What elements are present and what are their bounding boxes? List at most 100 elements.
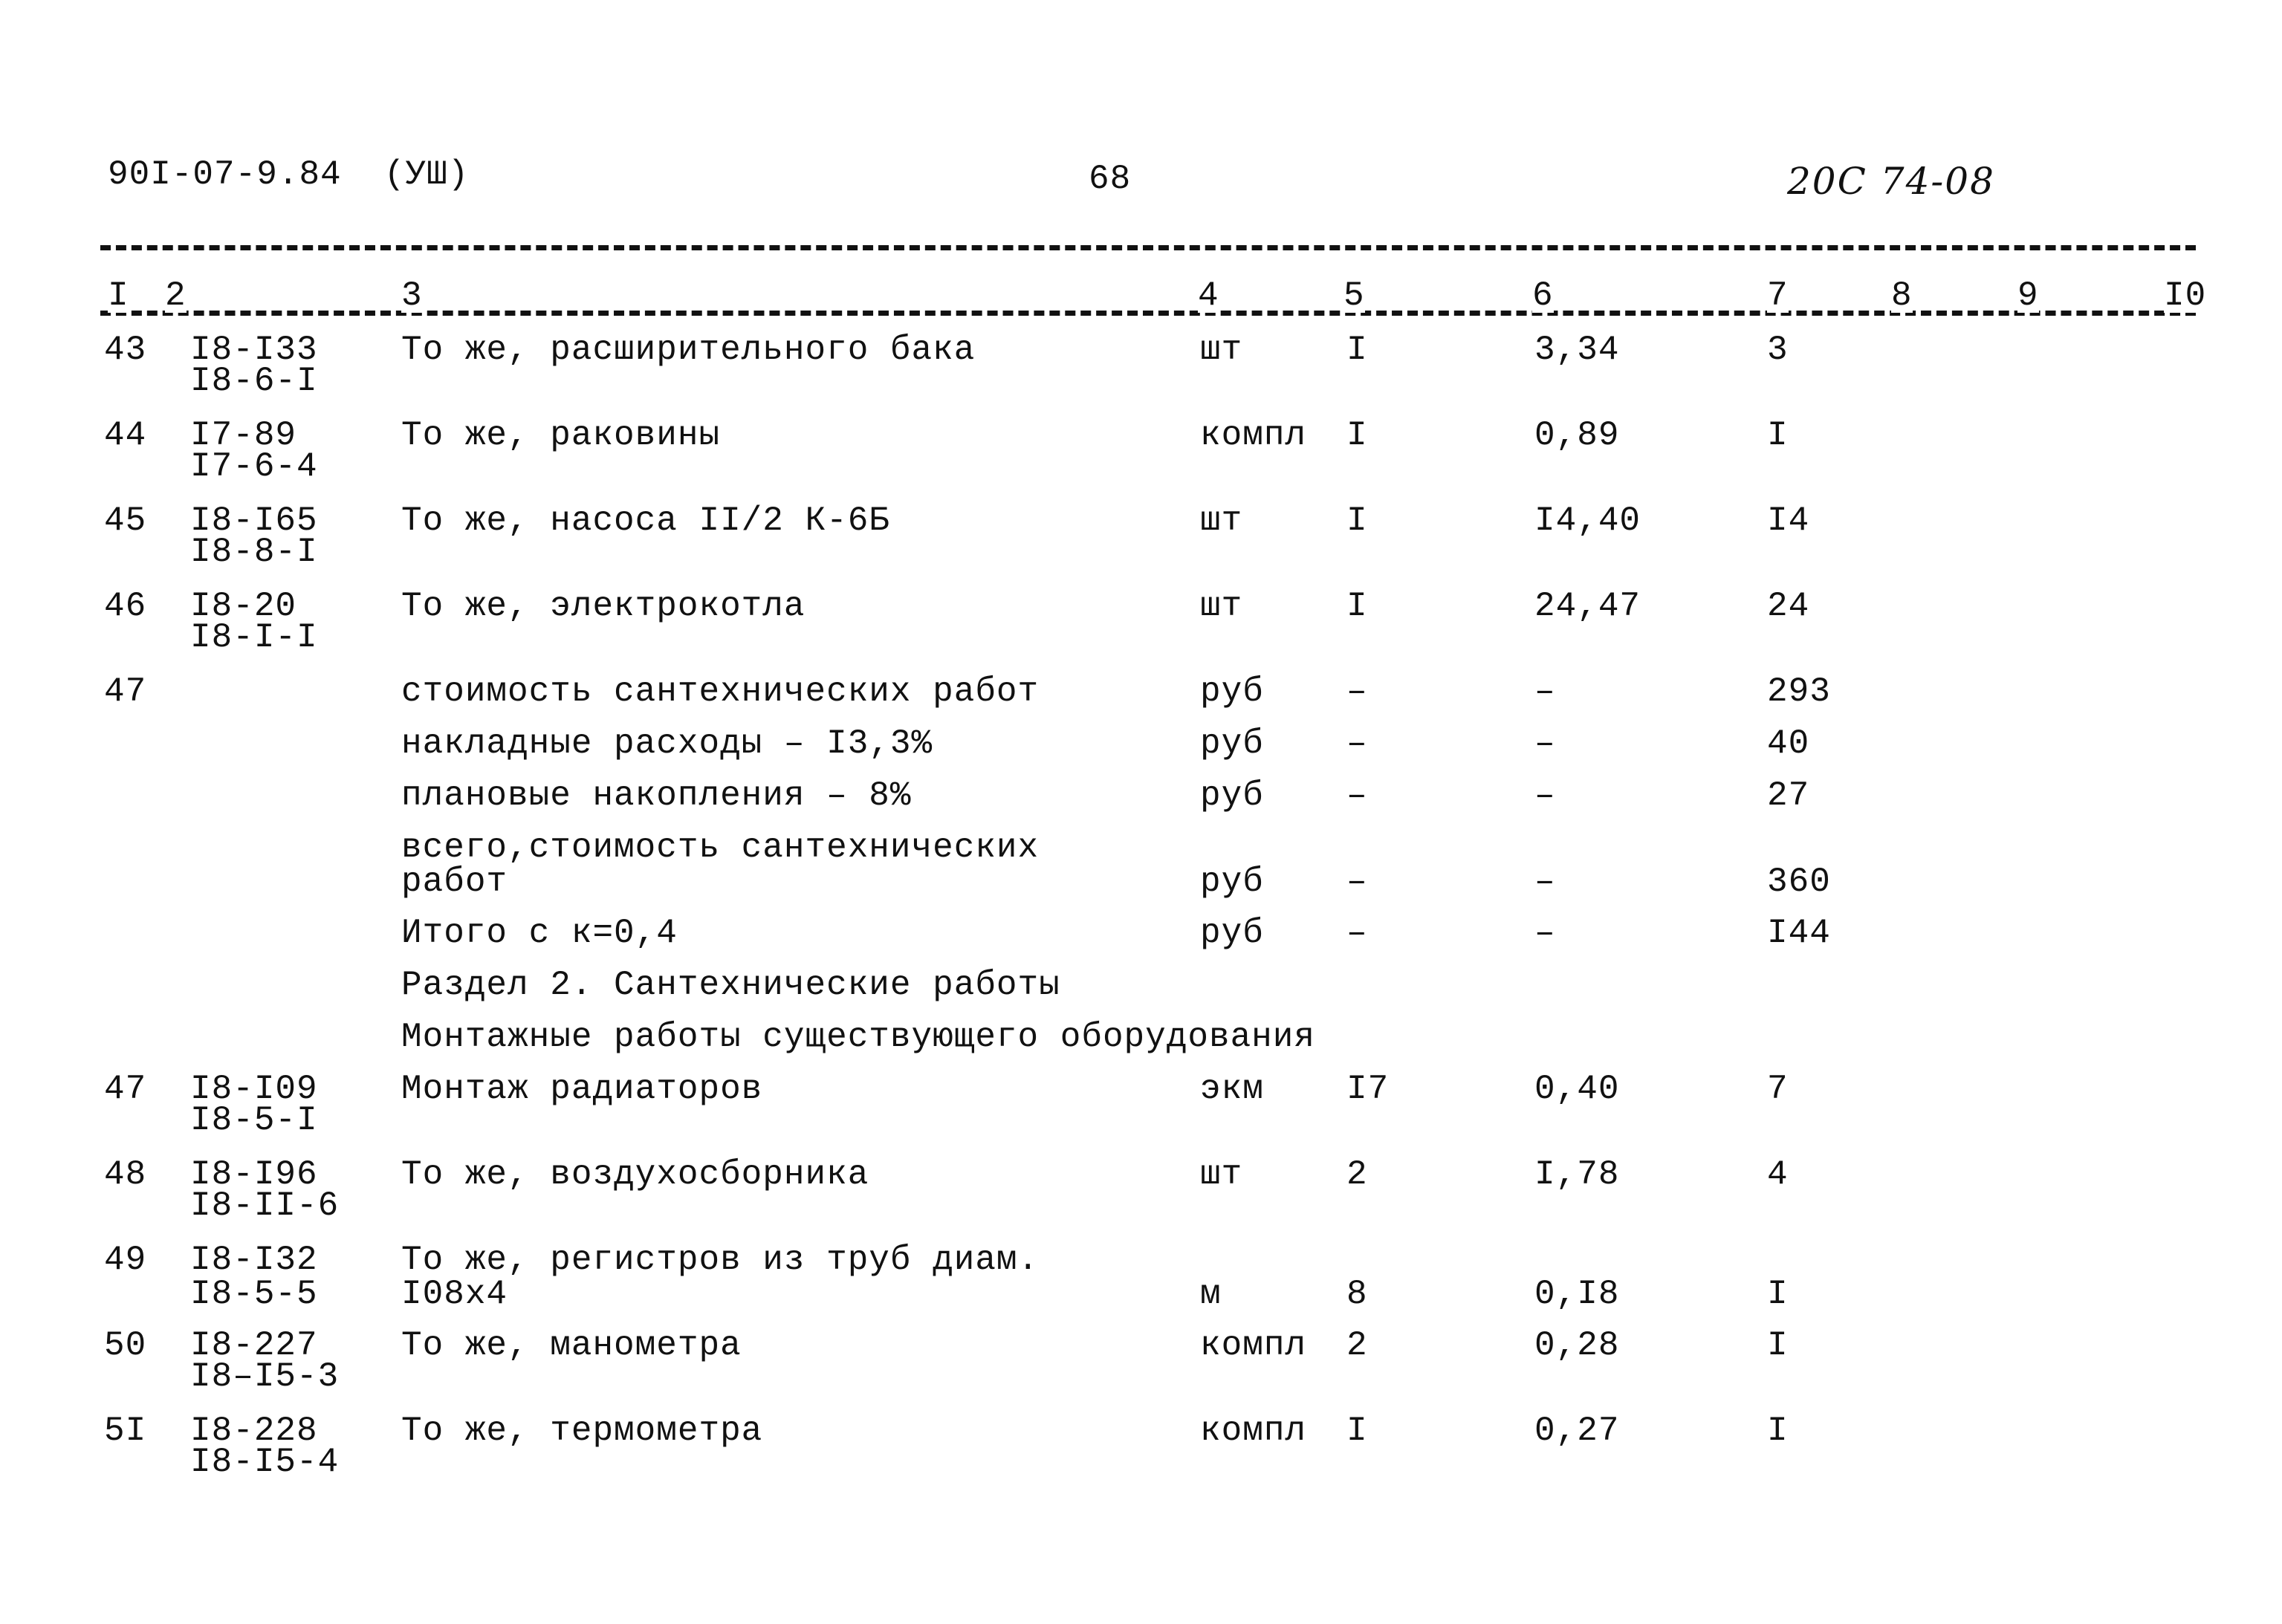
total-cost: 7 [1767, 1070, 1789, 1108]
row-number: 5I [104, 1412, 147, 1450]
row-number: 50 [104, 1326, 147, 1365]
unit-price: – [1534, 863, 1556, 901]
unit-price: I4,40 [1534, 501, 1641, 540]
column-number: I [108, 276, 129, 315]
summary-label: Итого с к=0,4 [401, 914, 678, 952]
row-number: 45 [104, 501, 147, 540]
total-cost: 27 [1767, 776, 1810, 815]
handwritten-note: 20С 74-08 [1787, 160, 1995, 203]
unit-price: – [1534, 776, 1556, 815]
total-cost: 4 [1767, 1155, 1789, 1194]
quantity: I [1346, 331, 1368, 369]
work-description: То же, термометра [401, 1412, 763, 1450]
column-number: 2 [165, 276, 187, 315]
quantity: 2 [1346, 1326, 1368, 1365]
column-number: 4 [1198, 276, 1219, 315]
row-number: 46 [104, 587, 147, 626]
quantity: – [1346, 776, 1368, 815]
work-description: То же, регистров из труб диам. [401, 1241, 1040, 1279]
row-number: 47 [104, 672, 147, 711]
work-description: То же, электрокотла [401, 587, 805, 626]
total-cost: I4 [1767, 501, 1810, 540]
total-cost: I [1767, 1275, 1789, 1313]
norm-code: I8-I32 [190, 1241, 318, 1279]
total-cost: 40 [1767, 724, 1810, 763]
section-subtitle: Монтажные работы существующего оборудова… [401, 1018, 1315, 1056]
work-description-continued: I08х4 [401, 1275, 508, 1313]
total-cost: I [1767, 1326, 1789, 1365]
norm-code-secondary: I8-I-I [190, 618, 318, 657]
column-number: 7 [1767, 276, 1789, 315]
total-cost: 3 [1767, 331, 1789, 369]
norm-code-secondary: I8-5-5 [190, 1275, 318, 1313]
work-description: Монтаж радиаторов [401, 1070, 763, 1108]
unit: шт [1200, 501, 1243, 540]
norm-code-secondary: I8-6-I [190, 362, 318, 400]
unit-price: – [1534, 672, 1556, 711]
unit-price: I,78 [1534, 1155, 1620, 1194]
unit: м [1200, 1275, 1222, 1313]
quantity: – [1346, 914, 1368, 952]
unit-price: 0,28 [1534, 1326, 1620, 1365]
column-number: 5 [1343, 276, 1365, 315]
work-description: То же, воздухосборника [401, 1155, 869, 1194]
summary-label: накладные расходы – I3,3% [401, 724, 933, 763]
total-cost: 24 [1767, 587, 1810, 626]
norm-code-secondary: I8-II-6 [190, 1186, 340, 1225]
column-number: 6 [1532, 276, 1554, 315]
unit-price: 3,34 [1534, 331, 1620, 369]
norm-code-secondary: I8-5-I [190, 1101, 318, 1140]
unit: шт [1200, 1155, 1243, 1194]
quantity: – [1346, 672, 1368, 711]
total-cost: I [1767, 416, 1789, 455]
column-number: 3 [401, 276, 423, 315]
top-divider [100, 245, 2196, 250]
total-cost: I [1767, 1412, 1789, 1450]
section-title: Раздел 2. Сантехнические работы [401, 966, 1060, 1004]
summary-label: всего,стоимость сантехнических [401, 828, 1040, 867]
quantity: I [1346, 416, 1368, 455]
summary-label: плановые накопления – 8% [401, 776, 912, 815]
unit-price: – [1534, 914, 1556, 952]
row-number: 49 [104, 1241, 147, 1279]
unit-price: 0,89 [1534, 416, 1620, 455]
work-description: То же, раковины [401, 416, 721, 455]
unit: компл [1200, 416, 1307, 455]
column-number: I0 [2164, 276, 2207, 315]
unit: руб [1200, 914, 1264, 952]
row-number: 44 [104, 416, 147, 455]
norm-code-secondary: I8-I5-4 [190, 1443, 340, 1481]
row-number: 48 [104, 1155, 147, 1194]
unit: шт [1200, 587, 1243, 626]
quantity: I [1346, 1412, 1368, 1450]
unit: шт [1200, 331, 1243, 369]
total-cost: I44 [1767, 914, 1831, 952]
page-number: 68 [1089, 160, 1132, 198]
work-description: То же, насоса II/2 К-6Б [401, 501, 890, 540]
unit: руб [1200, 672, 1264, 711]
total-cost: 293 [1767, 672, 1831, 711]
norm-code-secondary: I8–I5-3 [190, 1357, 340, 1396]
total-cost: 360 [1767, 863, 1831, 901]
unit: руб [1200, 724, 1264, 763]
quantity: – [1346, 724, 1368, 763]
quantity: I [1346, 587, 1368, 626]
unit: руб [1200, 776, 1264, 815]
column-number: 8 [1891, 276, 1913, 315]
unit-price: 24,47 [1534, 587, 1641, 626]
unit: руб [1200, 863, 1264, 901]
quantity: 2 [1346, 1155, 1368, 1194]
unit: компл [1200, 1326, 1307, 1365]
quantity: – [1346, 863, 1368, 901]
norm-code-secondary: I8-8-I [190, 533, 318, 571]
unit: компл [1200, 1412, 1307, 1450]
norm-code-secondary: I7-6-4 [190, 447, 318, 486]
unit: экм [1200, 1070, 1264, 1108]
quantity: 8 [1346, 1275, 1368, 1313]
work-description: То же, расширительного бака [401, 331, 976, 369]
row-number: 47 [104, 1070, 147, 1108]
quantity: I7 [1346, 1070, 1390, 1108]
work-description: То же, манометра [401, 1326, 742, 1365]
summary-label-continued: работ [401, 863, 508, 901]
unit-price: – [1534, 724, 1556, 763]
